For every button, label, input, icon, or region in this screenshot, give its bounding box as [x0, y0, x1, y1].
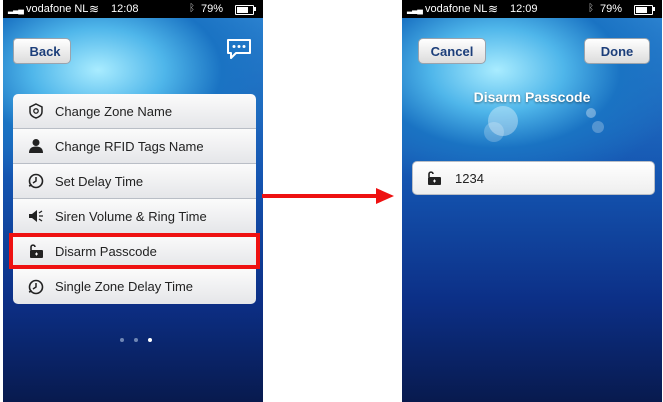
back-button[interactable]: Back [13, 38, 71, 64]
status-bar: ▂▃▄ vodafone NL ≋ 12:09 ᛒ 79% [402, 0, 662, 18]
wifi-icon: ≋ [488, 2, 499, 16]
menu-item-label: Set Delay Time [55, 173, 144, 189]
passcode-field[interactable]: 1234 [412, 161, 655, 195]
bluetooth-icon: ᛒ [189, 3, 195, 14]
red-arrow-line [262, 194, 380, 198]
siren-speaker-icon [27, 207, 45, 225]
menu-item-set-delay-time[interactable]: Set Delay Time [13, 164, 256, 199]
battery-percent: 79% [201, 3, 224, 15]
zone-shield-icon [27, 102, 45, 120]
passcode-value: 1234 [455, 170, 484, 186]
status-time: 12:08 [111, 3, 139, 15]
clock-icon [27, 172, 45, 190]
right-phone-screen: ▂▃▄ vodafone NL ≋ 12:09 ᛒ 79% Cancel Don… [402, 0, 662, 402]
carrier-text: ▂▃▄ vodafone NL [8, 3, 89, 15]
signal-bars-icon: ▂▃▄ [407, 5, 423, 14]
decorative-bubble [586, 108, 596, 118]
page-indicator[interactable] [120, 338, 152, 342]
status-time: 12:09 [510, 3, 538, 15]
status-bar: ▂▃▄ vodafone NL ≋ 12:08 ᛒ 79% [3, 0, 263, 18]
page-dot-current [148, 338, 152, 342]
settings-menu: Change Zone Name Change RFID Tags Name S… [9, 94, 260, 304]
decorative-bubble [484, 122, 504, 142]
battery-icon [634, 5, 653, 15]
chat-bubble-icon[interactable] [226, 38, 252, 60]
menu-item-siren-volume-ring-time[interactable]: Siren Volume & Ring Time [13, 199, 256, 234]
bluetooth-icon: ᛒ [588, 3, 594, 14]
red-arrow-head [376, 188, 394, 204]
person-icon [27, 137, 45, 155]
unlocked-padlock-icon [425, 169, 443, 187]
battery-icon [235, 5, 254, 15]
clock-icon [27, 278, 45, 296]
menu-item-label: Change Zone Name [55, 103, 173, 119]
menu-item-label: Siren Volume & Ring Time [55, 208, 207, 224]
menu-item-disarm-passcode[interactable]: Disarm Passcode [9, 233, 260, 269]
menu-item-single-zone-delay-time[interactable]: Single Zone Delay Time [13, 269, 256, 304]
cancel-button[interactable]: Cancel [418, 38, 486, 64]
left-phone-screen: ▂▃▄ vodafone NL ≋ 12:08 ᛒ 79% Back Chang… [3, 0, 263, 402]
signal-bars-icon: ▂▃▄ [8, 5, 24, 14]
back-button-label: Back [29, 43, 61, 59]
carrier-text: ▂▃▄ vodafone NL [407, 3, 488, 15]
menu-item-change-rfid-tags-name[interactable]: Change RFID Tags Name [13, 129, 256, 164]
menu-item-label: Change RFID Tags Name [55, 138, 204, 154]
wifi-icon: ≋ [89, 2, 100, 16]
menu-item-label: Disarm Passcode [55, 243, 157, 259]
page-dot [134, 338, 138, 342]
menu-item-label: Single Zone Delay Time [55, 279, 194, 294]
done-button[interactable]: Done [584, 38, 650, 64]
battery-percent: 79% [600, 3, 623, 15]
screen-title: Disarm Passcode [473, 89, 591, 105]
decorative-bubble [592, 121, 604, 133]
unlocked-padlock-icon [27, 242, 45, 260]
page-dot [120, 338, 124, 342]
menu-item-change-zone-name[interactable]: Change Zone Name [13, 94, 256, 129]
